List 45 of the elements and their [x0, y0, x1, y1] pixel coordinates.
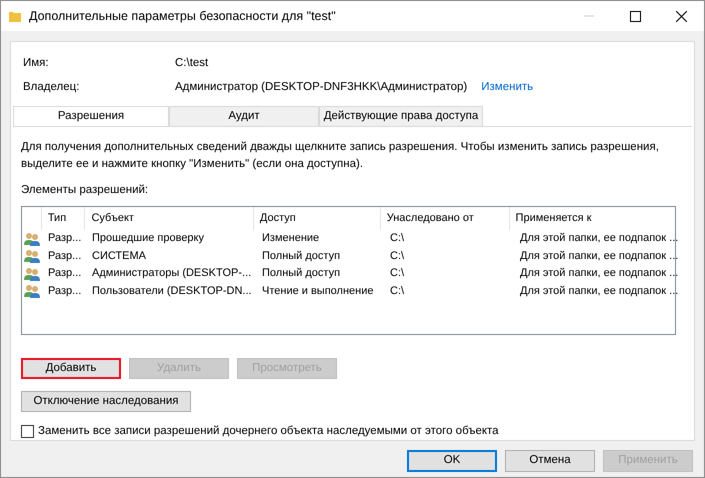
description-text: Для получения дополнительных сведений дважды щелкните запись разрешения. Чтобы изменить запись разрешения, выделите ее и нажмите кнопку "Изменить" (если она доступна).	[21, 140, 660, 172]
table-cell-text: Разр...	[47, 266, 82, 282]
users-icon	[24, 284, 40, 298]
column-header[interactable]: Применяется к	[510, 206, 675, 230]
table-cell-text: Полный доступ	[261, 248, 342, 264]
table-cell-text: Администраторы (DESKTOP-...	[91, 266, 252, 282]
table-cell-text: Полный доступ	[261, 266, 342, 282]
folder-icon	[9, 10, 21, 22]
field-label: Владелец:	[23, 80, 80, 96]
field-label: Имя:	[23, 56, 50, 72]
users-icon	[24, 266, 40, 280]
maximize-icon	[630, 10, 640, 22]
field-value: C:\test	[175, 56, 208, 72]
checkbox-label: Заменить все записи разрешений дочернего объекта наследуемыми от этого объекта	[38, 424, 499, 439]
table-cell-text: C:\	[389, 266, 406, 282]
table-cell-text: C:\	[389, 248, 406, 264]
dialog-button[interactable]: Отмена	[505, 450, 595, 472]
users-icon	[24, 232, 40, 246]
tab[interactable]: Действующие права доступа	[319, 106, 483, 126]
dialog-button[interactable]: OK	[407, 450, 497, 472]
window-title: Дополнительные параметры безопасности для "test"	[29, 8, 337, 25]
disable-inheritance-button[interactable]: Отключение наследования	[21, 390, 191, 412]
close-icon	[676, 10, 686, 22]
action-button[interactable]: Добавить	[21, 358, 121, 379]
table-cell-text: Пользователи (DESKTOP-DN...	[91, 284, 253, 299]
table-cell-text: C:\	[389, 231, 406, 246]
column-header[interactable]: Доступ	[254, 206, 381, 230]
table-cell-text: Разр...	[47, 248, 82, 264]
list-label: Элементы разрешений:	[21, 182, 150, 198]
table-cell-text: Разр...	[47, 284, 82, 299]
checkbox[interactable]	[21, 424, 34, 438]
tab[interactable]: Аудит	[169, 106, 319, 126]
column-header[interactable]: Тип	[42, 206, 86, 230]
table-cell-text: Чтение и выполнение	[261, 284, 374, 299]
table-cell-text: C:\	[389, 284, 406, 299]
users-icon	[24, 249, 40, 263]
column-header[interactable]: Субъект	[85, 206, 254, 230]
field-value: Администратор (DESKTOP-DNF3HKK\Администратор)	[175, 80, 468, 96]
table-cell-text: Прошедшие проверку	[91, 231, 205, 246]
table-cell-text: Разр...	[47, 231, 82, 246]
change-owner-link[interactable]: Изменить	[481, 79, 534, 97]
table-cell-text: СИСТЕМА	[91, 248, 147, 264]
tab[interactable]: Разрешения	[13, 106, 169, 127]
column-header[interactable]: Унаследовано от	[380, 206, 510, 230]
table-cell-text: Изменение	[261, 231, 320, 246]
